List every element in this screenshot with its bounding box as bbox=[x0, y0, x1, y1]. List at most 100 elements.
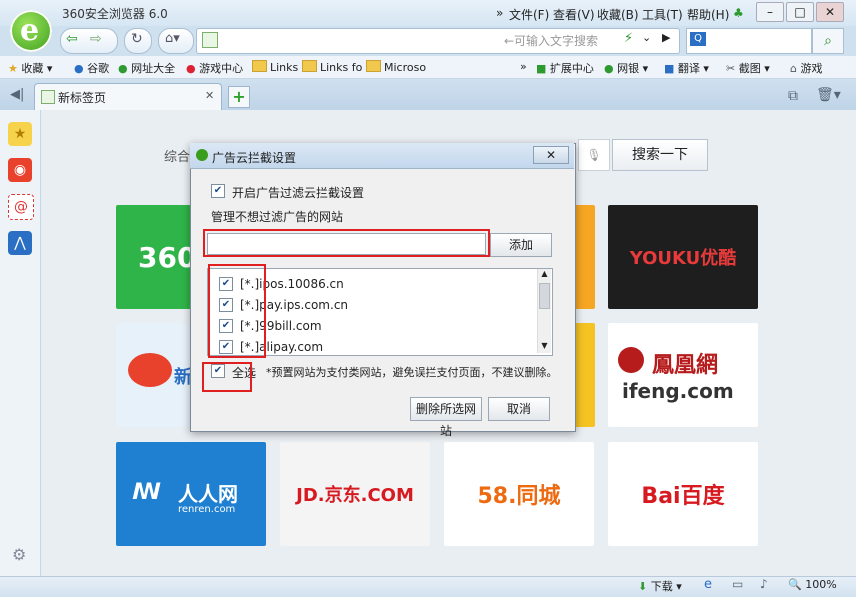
red-annotation-input bbox=[203, 229, 490, 257]
zoom-control[interactable]: 🔍 100% bbox=[788, 578, 837, 591]
renren-logo-icon: ꟿ bbox=[132, 480, 162, 505]
back-arrow-icon[interactable]: ⇦ bbox=[66, 31, 78, 47]
bookmark-games[interactable]: ● 游戏中心 bbox=[186, 60, 243, 76]
listbox-scrollbar[interactable]: ▲ ▼ bbox=[537, 269, 551, 353]
tile-youku-text: YOUKU优酷 bbox=[629, 248, 737, 269]
speaker-icon[interactable]: ♪ bbox=[760, 577, 768, 591]
sidebar-toggle-icon[interactable]: ◀| bbox=[10, 87, 24, 102]
tile-partial-yellow[interactable] bbox=[575, 323, 595, 427]
weibo-logo-icon bbox=[128, 353, 172, 387]
red-annotation-select-all bbox=[202, 362, 252, 392]
tile-ifeng-en: ifeng.com bbox=[622, 379, 734, 403]
lightning-icon[interactable]: ⚡ bbox=[624, 31, 633, 46]
forward-arrow-icon[interactable]: ⇨ bbox=[90, 31, 102, 47]
maximize-button[interactable]: □ bbox=[786, 2, 814, 22]
dialog-title: 广告云拦截设置 bbox=[212, 151, 297, 165]
skin-icon[interactable]: ♣ bbox=[733, 6, 744, 20]
browser-logo-icon: e bbox=[10, 10, 52, 52]
bookmark-hao123[interactable]: ● 网址大全 bbox=[118, 60, 175, 76]
favorites-star-icon[interactable]: ★ bbox=[8, 122, 32, 146]
trash-icon[interactable]: 🗑▾ bbox=[816, 87, 841, 103]
tile-partial-orange[interactable] bbox=[575, 205, 595, 309]
extension-center[interactable]: ■ 扩展中心 bbox=[536, 60, 594, 76]
globe-icon: ● bbox=[118, 62, 128, 75]
bookmark-links[interactable]: Links bbox=[252, 60, 298, 74]
screenshot[interactable]: ✂ 截图 ▾ bbox=[726, 60, 770, 76]
home-icon: ⌂▾ bbox=[165, 31, 180, 46]
shield-icon: ● bbox=[604, 62, 614, 75]
menu-file[interactable]: 文件(F) bbox=[509, 6, 549, 23]
settings-gear-icon[interactable]: ⚙ bbox=[12, 545, 26, 564]
magnifier-icon: 🔍 bbox=[788, 578, 802, 591]
scissors-icon: ✂ bbox=[726, 62, 736, 75]
bookmark-google[interactable]: ● 谷歌 bbox=[74, 60, 109, 76]
folder-icon bbox=[252, 60, 267, 72]
bookmark-links-for[interactable]: Links fo bbox=[302, 60, 362, 74]
game-icon: ● bbox=[186, 62, 196, 75]
restore-tabs-icon[interactable]: ⧉ bbox=[788, 88, 798, 104]
fast-forward-icon[interactable]: » bbox=[496, 6, 503, 20]
ebank[interactable]: ● 网银 ▾ bbox=[604, 60, 648, 76]
search-go-button[interactable]: ⌕ bbox=[812, 28, 844, 54]
star-icon: ★ bbox=[8, 62, 18, 75]
manage-label: 管理不想过滤广告的网站 bbox=[211, 210, 344, 224]
search-submit-button[interactable]: 搜索一下 bbox=[612, 139, 708, 171]
delete-selected-button[interactable]: 删除所选网站 bbox=[410, 397, 482, 438]
dropdown-chevron-icon[interactable]: ⌄ bbox=[642, 31, 651, 44]
close-tab-icon[interactable]: ✕ bbox=[205, 89, 214, 102]
translate-icon: ■ bbox=[664, 62, 675, 75]
address-bar[interactable] bbox=[196, 28, 680, 54]
minimize-button[interactable]: – bbox=[756, 2, 784, 22]
menu-view[interactable]: 查看(V) bbox=[553, 6, 595, 23]
page-icon bbox=[202, 32, 218, 48]
more-bookmarks-icon[interactable]: » bbox=[520, 60, 527, 73]
close-window-button[interactable]: ✕ bbox=[816, 2, 844, 22]
enable-label: 开启广告过滤云拦截设置 bbox=[232, 186, 365, 200]
tile-baidu[interactable]: Bai百度 bbox=[608, 442, 758, 546]
download-arrow-icon: ⬇ bbox=[638, 580, 648, 593]
puzzle-icon: ■ bbox=[536, 62, 547, 75]
download-button[interactable]: ⬇ 下载 ▾ bbox=[638, 578, 682, 594]
scroll-up-icon[interactable]: ▲ bbox=[538, 269, 551, 281]
tile-jd-text: JD.京东.COM bbox=[296, 485, 414, 506]
menu-tools[interactable]: 工具(T) bbox=[642, 6, 683, 23]
search-category-label[interactable]: 综合 bbox=[164, 146, 190, 165]
go-icon[interactable]: ▶ bbox=[662, 31, 670, 44]
dialog-close-button[interactable]: ✕ bbox=[533, 146, 569, 164]
tile-jd[interactable]: JD.京东.COM bbox=[280, 442, 430, 546]
enable-checkbox[interactable]: ✔ bbox=[211, 184, 225, 198]
ifeng-logo-icon bbox=[618, 347, 644, 373]
cancel-button[interactable]: 取消 bbox=[488, 397, 550, 421]
tile-ifeng[interactable]: 鳳凰網 ifeng.com bbox=[608, 323, 758, 427]
microphone-icon[interactable]: 🎙 bbox=[578, 139, 610, 171]
menu-favorites[interactable]: 收藏(B) bbox=[597, 6, 639, 23]
tile-renren[interactable]: ꟿ 人人网 renren.com bbox=[116, 442, 266, 546]
google-icon: ● bbox=[74, 62, 84, 75]
ie-engine-icon[interactable]: e bbox=[704, 577, 712, 592]
scroll-thumb[interactable] bbox=[539, 283, 550, 309]
window-title: 360安全浏览器 6.0 bbox=[62, 7, 168, 21]
bookmark-favorites[interactable]: ★ 收藏 ▾ bbox=[8, 60, 52, 76]
scroll-down-icon[interactable]: ▼ bbox=[538, 341, 551, 353]
mail-icon[interactable]: @ bbox=[8, 194, 34, 220]
tile-renren-text: 人人网 bbox=[178, 482, 238, 506]
add-site-button[interactable]: 添加 bbox=[490, 233, 552, 257]
tile-youku[interactable]: YOUKU优酷 bbox=[608, 205, 758, 309]
window-icon[interactable]: ▭ bbox=[732, 577, 743, 591]
menu-help[interactable]: 帮助(H) bbox=[687, 6, 729, 23]
new-tab-button[interactable]: + bbox=[228, 86, 250, 108]
tile-58[interactable]: 58.同城 bbox=[444, 442, 594, 546]
people-icon[interactable]: ⋀ bbox=[8, 231, 32, 255]
tile-baidu-text: Bai百度 bbox=[641, 484, 725, 509]
translate[interactable]: ■ 翻译 ▾ bbox=[664, 60, 709, 76]
tile-renren-sub: renren.com bbox=[178, 504, 236, 515]
search-engine-icon[interactable]: Q bbox=[690, 32, 706, 46]
weibo-icon[interactable]: ◉ bbox=[8, 158, 32, 182]
refresh-icon: ↻ bbox=[131, 31, 143, 47]
red-annotation-checkboxes bbox=[208, 264, 266, 358]
tile-ifeng-cn: 鳳凰網 bbox=[652, 353, 719, 378]
gamepad-icon: ⌂ bbox=[790, 62, 797, 75]
bookmark-microsoft[interactable]: Microso bbox=[366, 60, 426, 74]
games-right[interactable]: ⌂ 游戏 bbox=[790, 60, 822, 76]
page-icon bbox=[41, 90, 55, 104]
